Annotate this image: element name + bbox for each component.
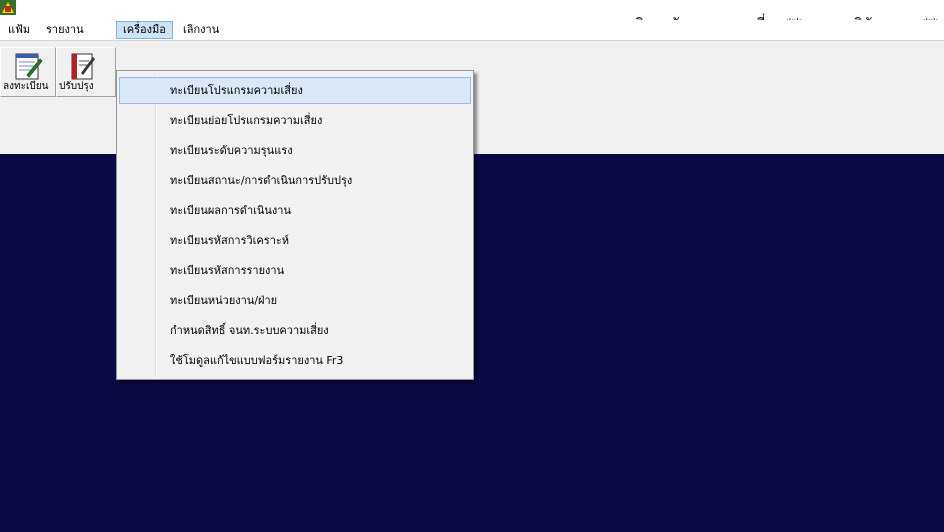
- edit-document-icon: [71, 53, 95, 80]
- menu-item-severity-registry[interactable]: ทะเบียนระดับความรุนแรง: [119, 137, 471, 164]
- update-button-label: ปรับปรุง: [59, 81, 94, 92]
- register-button-label: ลงทะเบียน: [3, 81, 49, 92]
- tools-dropdown-menu: ทะเบียนโปรแกรมความเสี่ยง ทะเบียนย่อยโปรแ…: [116, 70, 474, 380]
- menu-bar: แฟ้ม รายงาน เครื่องมือ เลิกงาน: [0, 20, 944, 40]
- update-button[interactable]: ปรับปรุง: [56, 47, 116, 97]
- menu-exit[interactable]: เลิกงาน: [177, 21, 225, 39]
- menu-file[interactable]: แฟ้ม: [2, 21, 36, 39]
- menu-item-analysis-code-registry[interactable]: ทะเบียนรหัสการวิเคราะห์: [119, 227, 471, 254]
- register-notepad-icon: [15, 53, 43, 80]
- register-button[interactable]: ลงทะเบียน: [0, 47, 56, 97]
- menu-item-status-registry[interactable]: ทะเบียนสถานะ/การดำเนินการปรับปรุง: [119, 167, 471, 194]
- menu-report[interactable]: รายงาน: [40, 21, 90, 39]
- menu-item-department-registry[interactable]: ทะเบียนหน่วยงาน/ฝ่าย: [119, 287, 471, 314]
- menu-item-report-code-registry[interactable]: ทะเบียนรหัสการรายงาน: [119, 257, 471, 284]
- menu-item-outcome-registry[interactable]: ทะเบียนผลการดำเนินงาน: [119, 197, 471, 224]
- menu-tools[interactable]: เครื่องมือ: [116, 21, 173, 39]
- menu-item-risk-subprogram-registry[interactable]: ทะเบียนย่อยโปรแกรมความเสี่ยง: [119, 107, 471, 134]
- menu-item-risk-program-registry[interactable]: ทะเบียนโปรแกรมความเสี่ยง: [119, 77, 471, 104]
- menu-item-report-form-editor[interactable]: ใช้โมดูลแก้ไขแบบฟอร์มรายงาน Fr3: [119, 347, 471, 374]
- menu-item-user-permissions[interactable]: กำหนดสิทธิ์ จนท.ระบบความเสี่ยง: [119, 317, 471, 344]
- app-icon[interactable]: [0, 0, 16, 15]
